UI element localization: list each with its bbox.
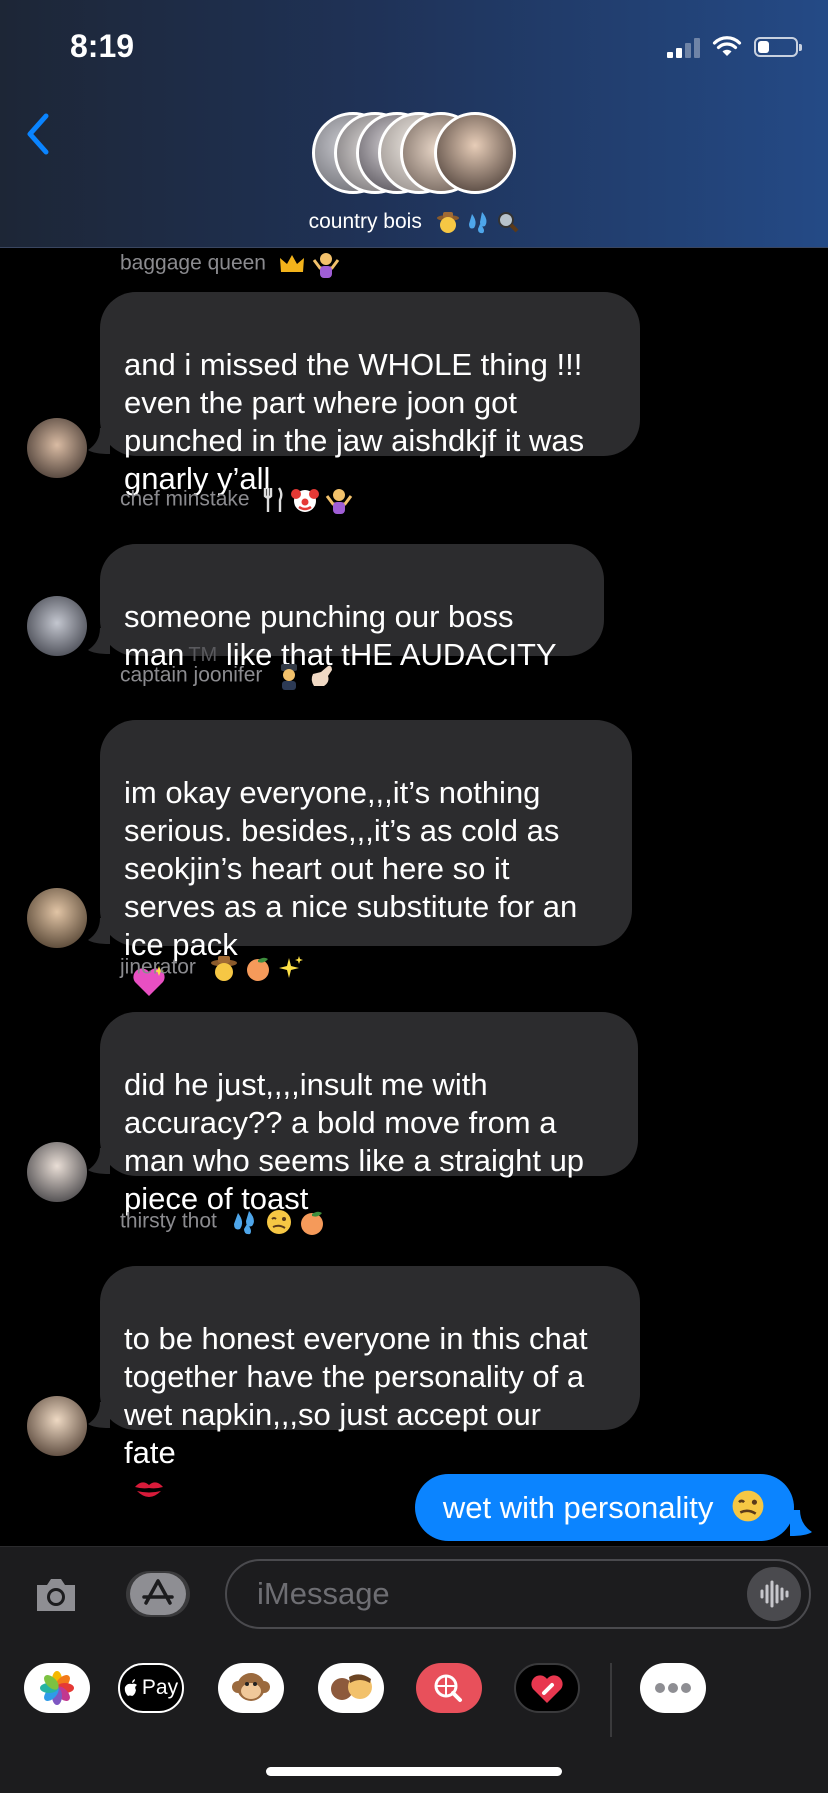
status-icons xyxy=(667,36,802,58)
message-text: wet with personality xyxy=(442,1490,714,1525)
received-message-bubble[interactable]: and i missed the WHOLE thing !!! even th… xyxy=(100,292,640,496)
back-chevron-icon[interactable] xyxy=(24,112,54,156)
waveform-icon xyxy=(760,1580,789,1608)
avatar[interactable] xyxy=(27,1396,87,1456)
avatar xyxy=(434,112,516,194)
wifi-icon xyxy=(712,36,742,56)
fork-and-knife-emoji-icon xyxy=(264,487,283,512)
battery-icon xyxy=(754,37,802,57)
monkey-face-icon xyxy=(232,1673,270,1701)
message-text: did he just,,,,insult me with accuracy??… xyxy=(124,1067,585,1216)
bubble-tail xyxy=(790,1510,812,1536)
app-drawer: Pay xyxy=(0,1663,828,1737)
sender-label: chef minstake xyxy=(120,487,250,511)
camera-icon[interactable] xyxy=(33,1573,79,1617)
home-indicator[interactable] xyxy=(266,1767,562,1776)
status-time: 8:19 xyxy=(70,28,135,64)
group-name: country bois xyxy=(308,210,422,233)
memoji-app-button[interactable] xyxy=(318,1663,384,1713)
memoji-faces-icon xyxy=(331,1674,372,1700)
ellipsis-icon xyxy=(655,1683,691,1693)
message-composer: iMessage Pay xyxy=(0,1546,828,1793)
group-avatar-stack[interactable] xyxy=(312,112,518,196)
peach-emoji-icon xyxy=(301,1211,324,1235)
sweat-droplets-emoji-icon xyxy=(233,1211,254,1235)
crown-emoji-icon xyxy=(279,255,304,272)
clown-face-emoji-icon xyxy=(291,489,320,512)
cowboy-emoji-icon xyxy=(210,956,237,981)
sender-label: jinerator xyxy=(120,955,196,979)
cowboy-emoji-icon xyxy=(436,212,459,234)
peach-emoji-icon xyxy=(246,957,269,981)
heart-touch-icon xyxy=(531,1675,563,1703)
avatar[interactable] xyxy=(27,888,87,948)
message-text: to be honest everyone in this chat toget… xyxy=(124,1321,588,1470)
received-message-bubble[interactable]: to be honest everyone in this chat toget… xyxy=(100,1266,640,1497)
app-store-icon[interactable] xyxy=(124,1569,192,1619)
avatar[interactable] xyxy=(27,1142,87,1202)
woozy-face-emoji-icon xyxy=(732,1490,764,1522)
message-text: and i missed the WHOLE thing !!! even th… xyxy=(124,347,585,496)
apple-logo-icon xyxy=(124,1679,137,1696)
magnifying-glass-emoji-icon xyxy=(498,212,519,233)
bubble-tail xyxy=(88,428,110,454)
animoji-app-button[interactable] xyxy=(218,1663,284,1713)
globe-search-icon xyxy=(434,1674,462,1702)
apple-pay-button[interactable]: Pay xyxy=(118,1663,184,1713)
avatar[interactable] xyxy=(27,418,87,478)
person-shrugging-emoji-icon xyxy=(312,253,339,278)
photos-icon xyxy=(40,1671,74,1705)
apple-pay-label: Pay xyxy=(141,1676,179,1699)
bubble-tail xyxy=(88,1402,110,1428)
sender-name: captain joonifer xyxy=(120,662,336,690)
message-input[interactable]: iMessage xyxy=(225,1559,811,1629)
web-images-app-button[interactable] xyxy=(416,1663,482,1713)
message-text: im okay everyone,,,it’s nothing serious.… xyxy=(124,775,578,962)
sender-name: baggage queen xyxy=(120,250,340,278)
received-message-bubble[interactable]: someone punching our boss man TM like tha… xyxy=(100,544,604,672)
bubble-tail xyxy=(88,628,110,654)
bubble-tail xyxy=(88,918,110,944)
received-message-bubble[interactable]: did he just,,,,insult me with accuracy??… xyxy=(100,1012,638,1216)
kiss-mark-emoji-icon xyxy=(135,1482,163,1497)
sender-label: thirsty thot xyxy=(120,1209,217,1233)
sweat-droplets-emoji-icon xyxy=(468,212,486,234)
sent-message-bubble[interactable]: wet with personality xyxy=(414,1474,794,1541)
message-input-placeholder: iMessage xyxy=(257,1576,390,1611)
sparkles-emoji-icon xyxy=(279,956,304,978)
drawer-divider xyxy=(610,1663,612,1737)
chat-header: 8:19 country bois xyxy=(0,0,828,248)
sender-label: captain joonifer xyxy=(120,663,263,687)
person-shrugging-emoji-icon xyxy=(325,489,353,514)
bubble-tail xyxy=(88,1148,110,1174)
woozy-face-emoji-icon xyxy=(266,1210,291,1234)
avatar[interactable] xyxy=(27,596,87,656)
call-me-hand-emoji-icon xyxy=(311,665,333,686)
more-apps-button[interactable] xyxy=(640,1663,706,1713)
police-officer-emoji-icon xyxy=(281,664,298,690)
sender-label: baggage queen xyxy=(120,251,266,275)
received-message-bubble[interactable]: im okay everyone,,,it’s nothing serious.… xyxy=(100,720,632,996)
group-name-row[interactable]: country bois xyxy=(0,210,828,234)
photos-app-button[interactable] xyxy=(24,1663,90,1713)
sender-name: jinerator xyxy=(120,954,305,982)
sender-name: chef minstake xyxy=(120,486,353,514)
cellular-signal-icon xyxy=(667,36,700,58)
sender-name: thirsty thot xyxy=(120,1208,326,1236)
audio-message-button[interactable] xyxy=(747,1567,801,1621)
digital-touch-app-button[interactable] xyxy=(514,1663,580,1713)
